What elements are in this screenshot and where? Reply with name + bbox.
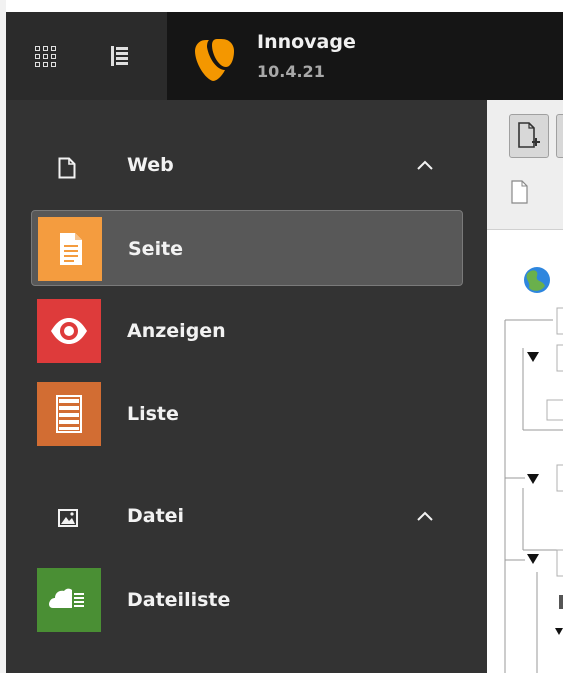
module-group-web[interactable]: Web [6,137,487,197]
module-item-dateiliste[interactable]: Dateiliste [31,562,463,638]
topbar-tools [6,12,167,100]
eye-icon [37,299,101,363]
module-label-liste: Liste [127,403,179,425]
cloud-files-icon [37,568,101,632]
page-tree-toggle-icon[interactable] [106,42,134,70]
module-group-label-web: Web [127,154,174,176]
site-name: Innovage [257,31,356,53]
module-label-seite: Seite [128,238,184,260]
module-menu: Web Seite Anzeigen Liste Datei Dateilist… [6,100,487,673]
module-label-anzeigen: Anzeigen [127,320,226,342]
new-page-button[interactable] [509,114,549,158]
chevron-up-icon[interactable] [416,510,434,522]
page-icon[interactable] [511,180,529,204]
topbar: Innovage 10.4.21 [6,12,563,100]
image-icon [58,509,78,527]
chevron-up-icon[interactable] [416,159,434,171]
new-page-icon [518,122,540,148]
tree-root-globe-icon [524,267,550,293]
module-item-seite[interactable]: Seite [31,210,463,286]
module-item-anzeigen[interactable]: Anzeigen [31,293,463,369]
page-tree [504,267,563,673]
module-label-dateiliste: Dateiliste [127,589,231,611]
page-module-icon [38,217,102,281]
module-group-datei[interactable]: Datei [6,488,487,548]
page-tree-toolbar [487,100,563,230]
list-module-icon [37,382,101,446]
page-icon [58,157,76,179]
module-item-liste[interactable]: Liste [31,376,463,452]
typo3-version: 10.4.21 [257,62,325,81]
module-group-label-datei: Datei [127,505,185,527]
module-menu-toggle-icon[interactable] [32,42,60,70]
typo3-logo-icon[interactable] [193,37,237,83]
toolbar-button-cut[interactable] [556,114,563,158]
page-tree-panel [487,100,563,673]
